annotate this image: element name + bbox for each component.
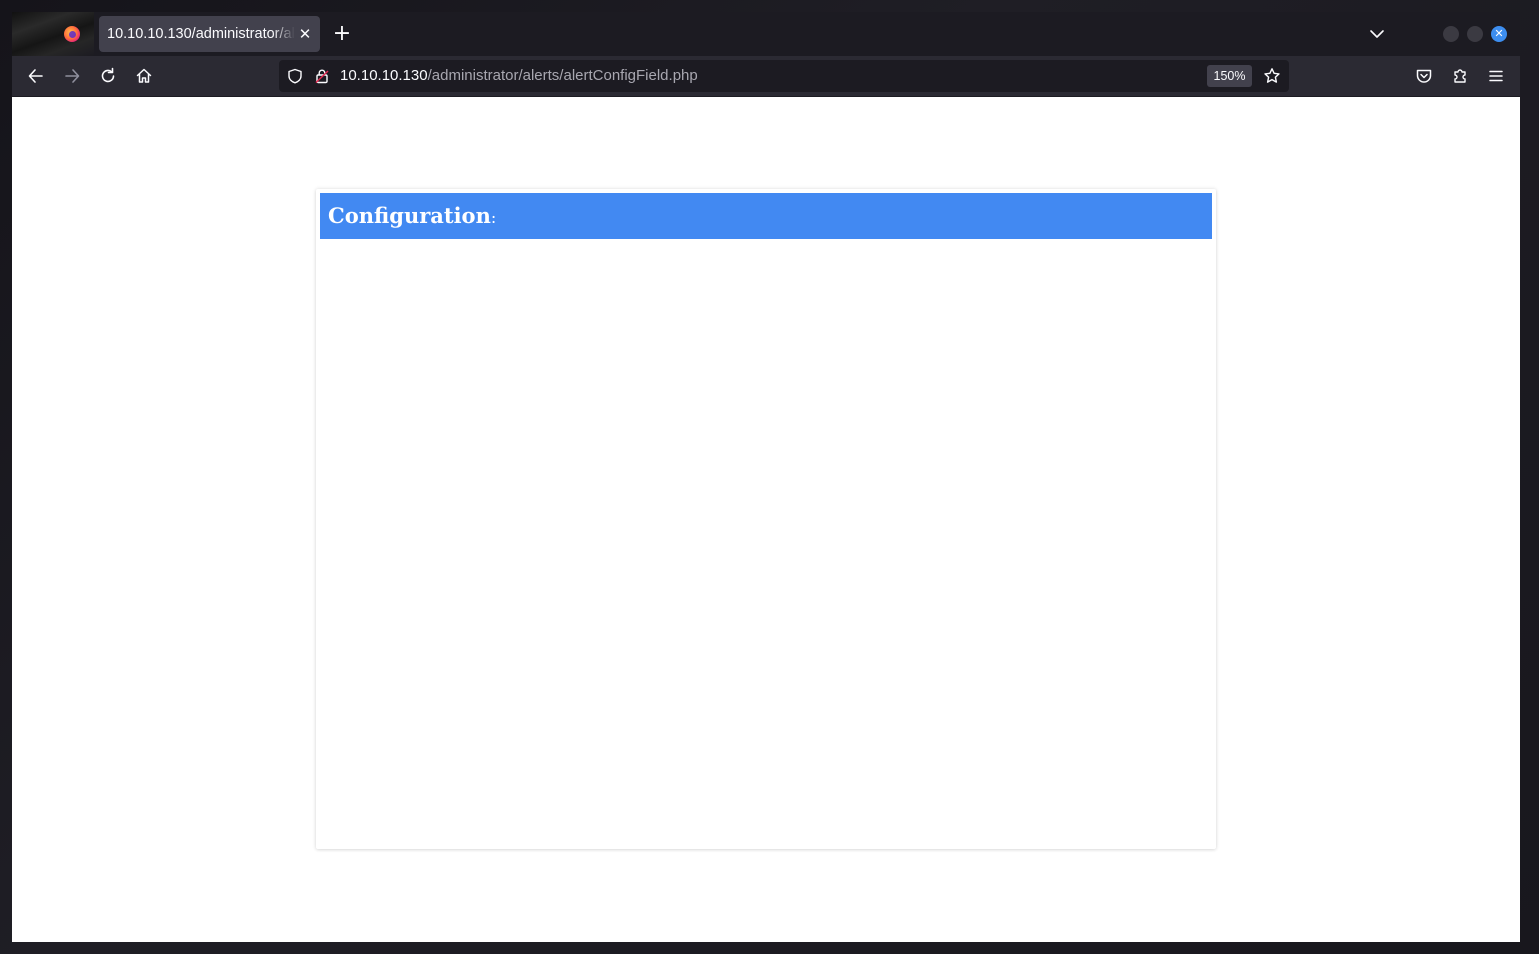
home-icon[interactable] (134, 66, 154, 86)
reload-icon[interactable] (98, 66, 118, 86)
tab-close-icon[interactable]: ✕ (296, 25, 314, 43)
browser-window: 10.10.10.130/administrator/alerts/alertC… (12, 12, 1520, 942)
panel-header: Configuration: (320, 193, 1212, 239)
configuration-panel: Configuration: (316, 189, 1216, 849)
tab-title: 10.10.10.130/administrator/alerts/alertC… (107, 26, 295, 42)
zoom-level-button[interactable]: 150% (1207, 65, 1252, 87)
forward-arrow-icon[interactable] (62, 66, 82, 86)
navigation-toolbar: 10.10.10.130/administrator/alerts/alertC… (12, 56, 1520, 96)
hamburger-menu-icon[interactable] (1486, 66, 1506, 86)
window-minimize-button[interactable] (1443, 26, 1459, 42)
firefox-logo-icon (64, 26, 80, 42)
panel-title-suffix: : (490, 208, 497, 227)
chevron-down-icon[interactable] (1367, 24, 1387, 44)
extensions-puzzle-icon[interactable] (1450, 66, 1470, 86)
pocket-icon[interactable] (1414, 66, 1434, 86)
back-arrow-icon[interactable] (26, 66, 46, 86)
window-maximize-button[interactable] (1467, 26, 1483, 42)
url-path: /administrator/alerts/alertConfigField.p… (427, 67, 698, 84)
tracking-protection-shield-icon[interactable] (287, 68, 303, 84)
window-close-button[interactable]: ✕ (1491, 26, 1507, 42)
new-tab-button[interactable]: + (330, 22, 354, 46)
url-bar[interactable]: 10.10.10.130/administrator/alerts/alertC… (279, 60, 1289, 92)
tab-strip: 10.10.10.130/administrator/alerts/alertC… (12, 12, 1520, 56)
bookmark-star-icon[interactable] (1263, 67, 1281, 85)
firefox-view-area[interactable] (12, 12, 94, 56)
browser-tab-active[interactable]: 10.10.10.130/administrator/alerts/alertC… (99, 16, 320, 52)
page-viewport: Configuration: (12, 97, 1520, 942)
panel-title: Configuration (328, 203, 491, 228)
url-host: 10.10.10.130 (340, 67, 428, 84)
url-text[interactable]: 10.10.10.130/administrator/alerts/alertC… (340, 60, 698, 92)
insecure-lock-icon[interactable] (314, 68, 330, 84)
